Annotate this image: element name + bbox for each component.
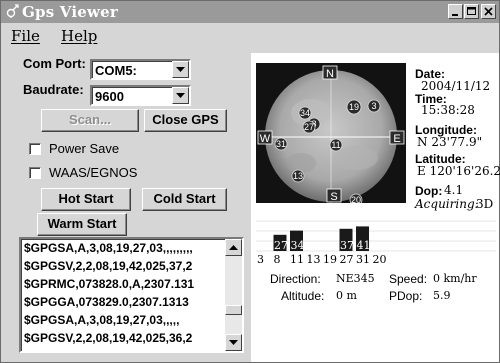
svg-text:3: 3 (371, 101, 376, 111)
menu-help[interactable]: Help (61, 27, 97, 45)
nmea-log-list[interactable]: $GPGSA,A,3,08,19,27,03,,,,,,,,, $GPGSV,2… (19, 237, 244, 353)
power-save-option[interactable]: Power Save (29, 140, 169, 158)
power-save-checkbox[interactable] (29, 143, 41, 155)
time-value: 15:38:28 (421, 103, 475, 117)
list-item[interactable]: $GPGGA,073829.0,2307.1313 (24, 295, 224, 309)
minimize-button[interactable] (448, 4, 463, 19)
dop-value: 4.1 (444, 183, 464, 197)
scroll-thumb[interactable] (225, 305, 242, 315)
satellite-icon (5, 4, 19, 19)
north-label: N (326, 68, 334, 80)
east-label: E (393, 133, 400, 145)
acquiring-label: Acquiring: (415, 197, 479, 211)
com-port-select[interactable]: COM5: (90, 59, 191, 80)
warm-start-button[interactable]: Warm Start (37, 213, 127, 236)
prn-label: 31 (356, 253, 370, 265)
close-button[interactable] (481, 4, 496, 19)
scroll-up-icon[interactable] (225, 239, 242, 256)
list-item[interactable]: $GPGSA,A,3,08,19,27,03,,,,, (24, 313, 224, 327)
baudrate-select[interactable]: 9600 (90, 85, 191, 106)
baudrate-label: Baudrate: (23, 82, 84, 97)
satellite-marker[interactable]: 27 (302, 120, 316, 134)
scroll-down-icon[interactable] (225, 334, 242, 351)
scan-button[interactable]: Scan... (41, 109, 139, 132)
waas-label: WAAS/EGNOS (49, 165, 138, 180)
title-bar[interactable]: Gps Viewer (1, 1, 499, 23)
prn-label: 20 (373, 253, 387, 265)
direction-label: Direction: (270, 272, 321, 286)
menu-bar: File Help (1, 23, 499, 46)
hot-start-button[interactable]: Hot Start (41, 188, 131, 211)
svg-text:11: 11 (331, 140, 340, 150)
acquiring-value: 3D (476, 197, 494, 211)
prn-label: 27 (340, 253, 354, 265)
prn-label: 8 (274, 253, 281, 265)
close-gps-button[interactable]: Close GPS (144, 109, 227, 132)
direction-value: NE345 (336, 272, 375, 285)
waas-checkbox[interactable] (29, 167, 41, 179)
signal-value-label: 27 (274, 239, 288, 252)
satellite-marker[interactable]: 31 (274, 137, 288, 151)
svg-text:31: 31 (276, 139, 286, 149)
cold-start-button[interactable]: Cold Start (142, 188, 227, 211)
dop-label: Dop: (415, 184, 443, 198)
longitude-value: N 23'77.9" (417, 135, 483, 149)
list-item[interactable]: $GPGSV,2,2,08,19,42,025,37,2 (24, 259, 224, 273)
list-item[interactable]: $GPGSV,2,2,08,19,42,025,36,2 (24, 331, 224, 345)
signal-bars-svg: 32783411 13 1937274131 20 (256, 220, 496, 266)
gps-viewer-window: Gps Viewer File Help Com Port: COM5: Bau… (0, 0, 500, 363)
satellite-marker[interactable]: 20 (349, 193, 363, 207)
signal-value-label: 37 (340, 239, 354, 252)
svg-text:20: 20 (351, 195, 361, 203)
satellite-marker[interactable]: 19 (346, 99, 362, 115)
window-title: Gps Viewer (22, 3, 118, 21)
list-item[interactable]: $GPGSA,A,3,08,19,27,03,,,,,,,,, (24, 241, 224, 255)
list-item[interactable]: $GPRMC,073828.0,A,2307.131 (24, 277, 224, 291)
waas-option[interactable]: WAAS/EGNOS (29, 164, 169, 182)
latitude-value: E 120'16'26.2" (417, 164, 500, 178)
power-save-label: Power Save (49, 141, 120, 156)
satellite-marker[interactable]: 34 (298, 106, 312, 120)
com-port-value: COM5: (95, 63, 137, 78)
status-panel: N E S W 3 19 34 8 27 31 11 13 20 (251, 53, 500, 362)
pdop-value: 5.9 (433, 289, 451, 302)
south-label: S (330, 191, 337, 203)
west-label: W (260, 133, 271, 145)
log-scrollbar[interactable] (225, 239, 242, 351)
maximize-button[interactable] (464, 4, 479, 19)
speed-value: 0 km/hr (433, 272, 477, 285)
com-port-label: Com Port: (23, 56, 86, 71)
altitude-value: 0 m (336, 289, 357, 302)
prn-label: 19 (323, 253, 337, 265)
satellite-marker[interactable]: 13 (291, 169, 305, 183)
satellite-marker[interactable]: 3 (367, 99, 381, 113)
satellite-marker[interactable]: 11 (329, 138, 343, 152)
svg-text:27: 27 (304, 122, 314, 132)
altitude-label: Altitude: (281, 289, 325, 303)
signal-value-label: 41 (357, 239, 371, 252)
pdop-label: PDop: (389, 289, 423, 303)
sky-plot: N E S W 3 19 34 8 27 31 11 13 20 (257, 65, 405, 207)
svg-text:34: 34 (300, 108, 310, 118)
sky-view: N E S W 3 19 34 8 27 31 11 13 20 (256, 63, 406, 207)
prn-label: 13 (307, 253, 321, 265)
date-value: 2004/11/12 (421, 79, 491, 93)
baudrate-value: 9600 (95, 89, 124, 104)
svg-text:13: 13 (293, 171, 303, 181)
menu-file[interactable]: File (11, 27, 40, 45)
svg-text:19: 19 (349, 102, 359, 112)
signal-strength-chart: 3 27 8 34 11 13 19 37 27 41 31 20 (256, 215, 496, 266)
signal-value-label: 34 (291, 239, 305, 252)
speed-label: Speed: (389, 272, 428, 286)
chevron-down-icon[interactable] (172, 61, 189, 78)
prn-label: 3 (257, 253, 264, 265)
prn-label: 11 (290, 253, 304, 265)
chevron-down-icon[interactable] (172, 87, 189, 104)
